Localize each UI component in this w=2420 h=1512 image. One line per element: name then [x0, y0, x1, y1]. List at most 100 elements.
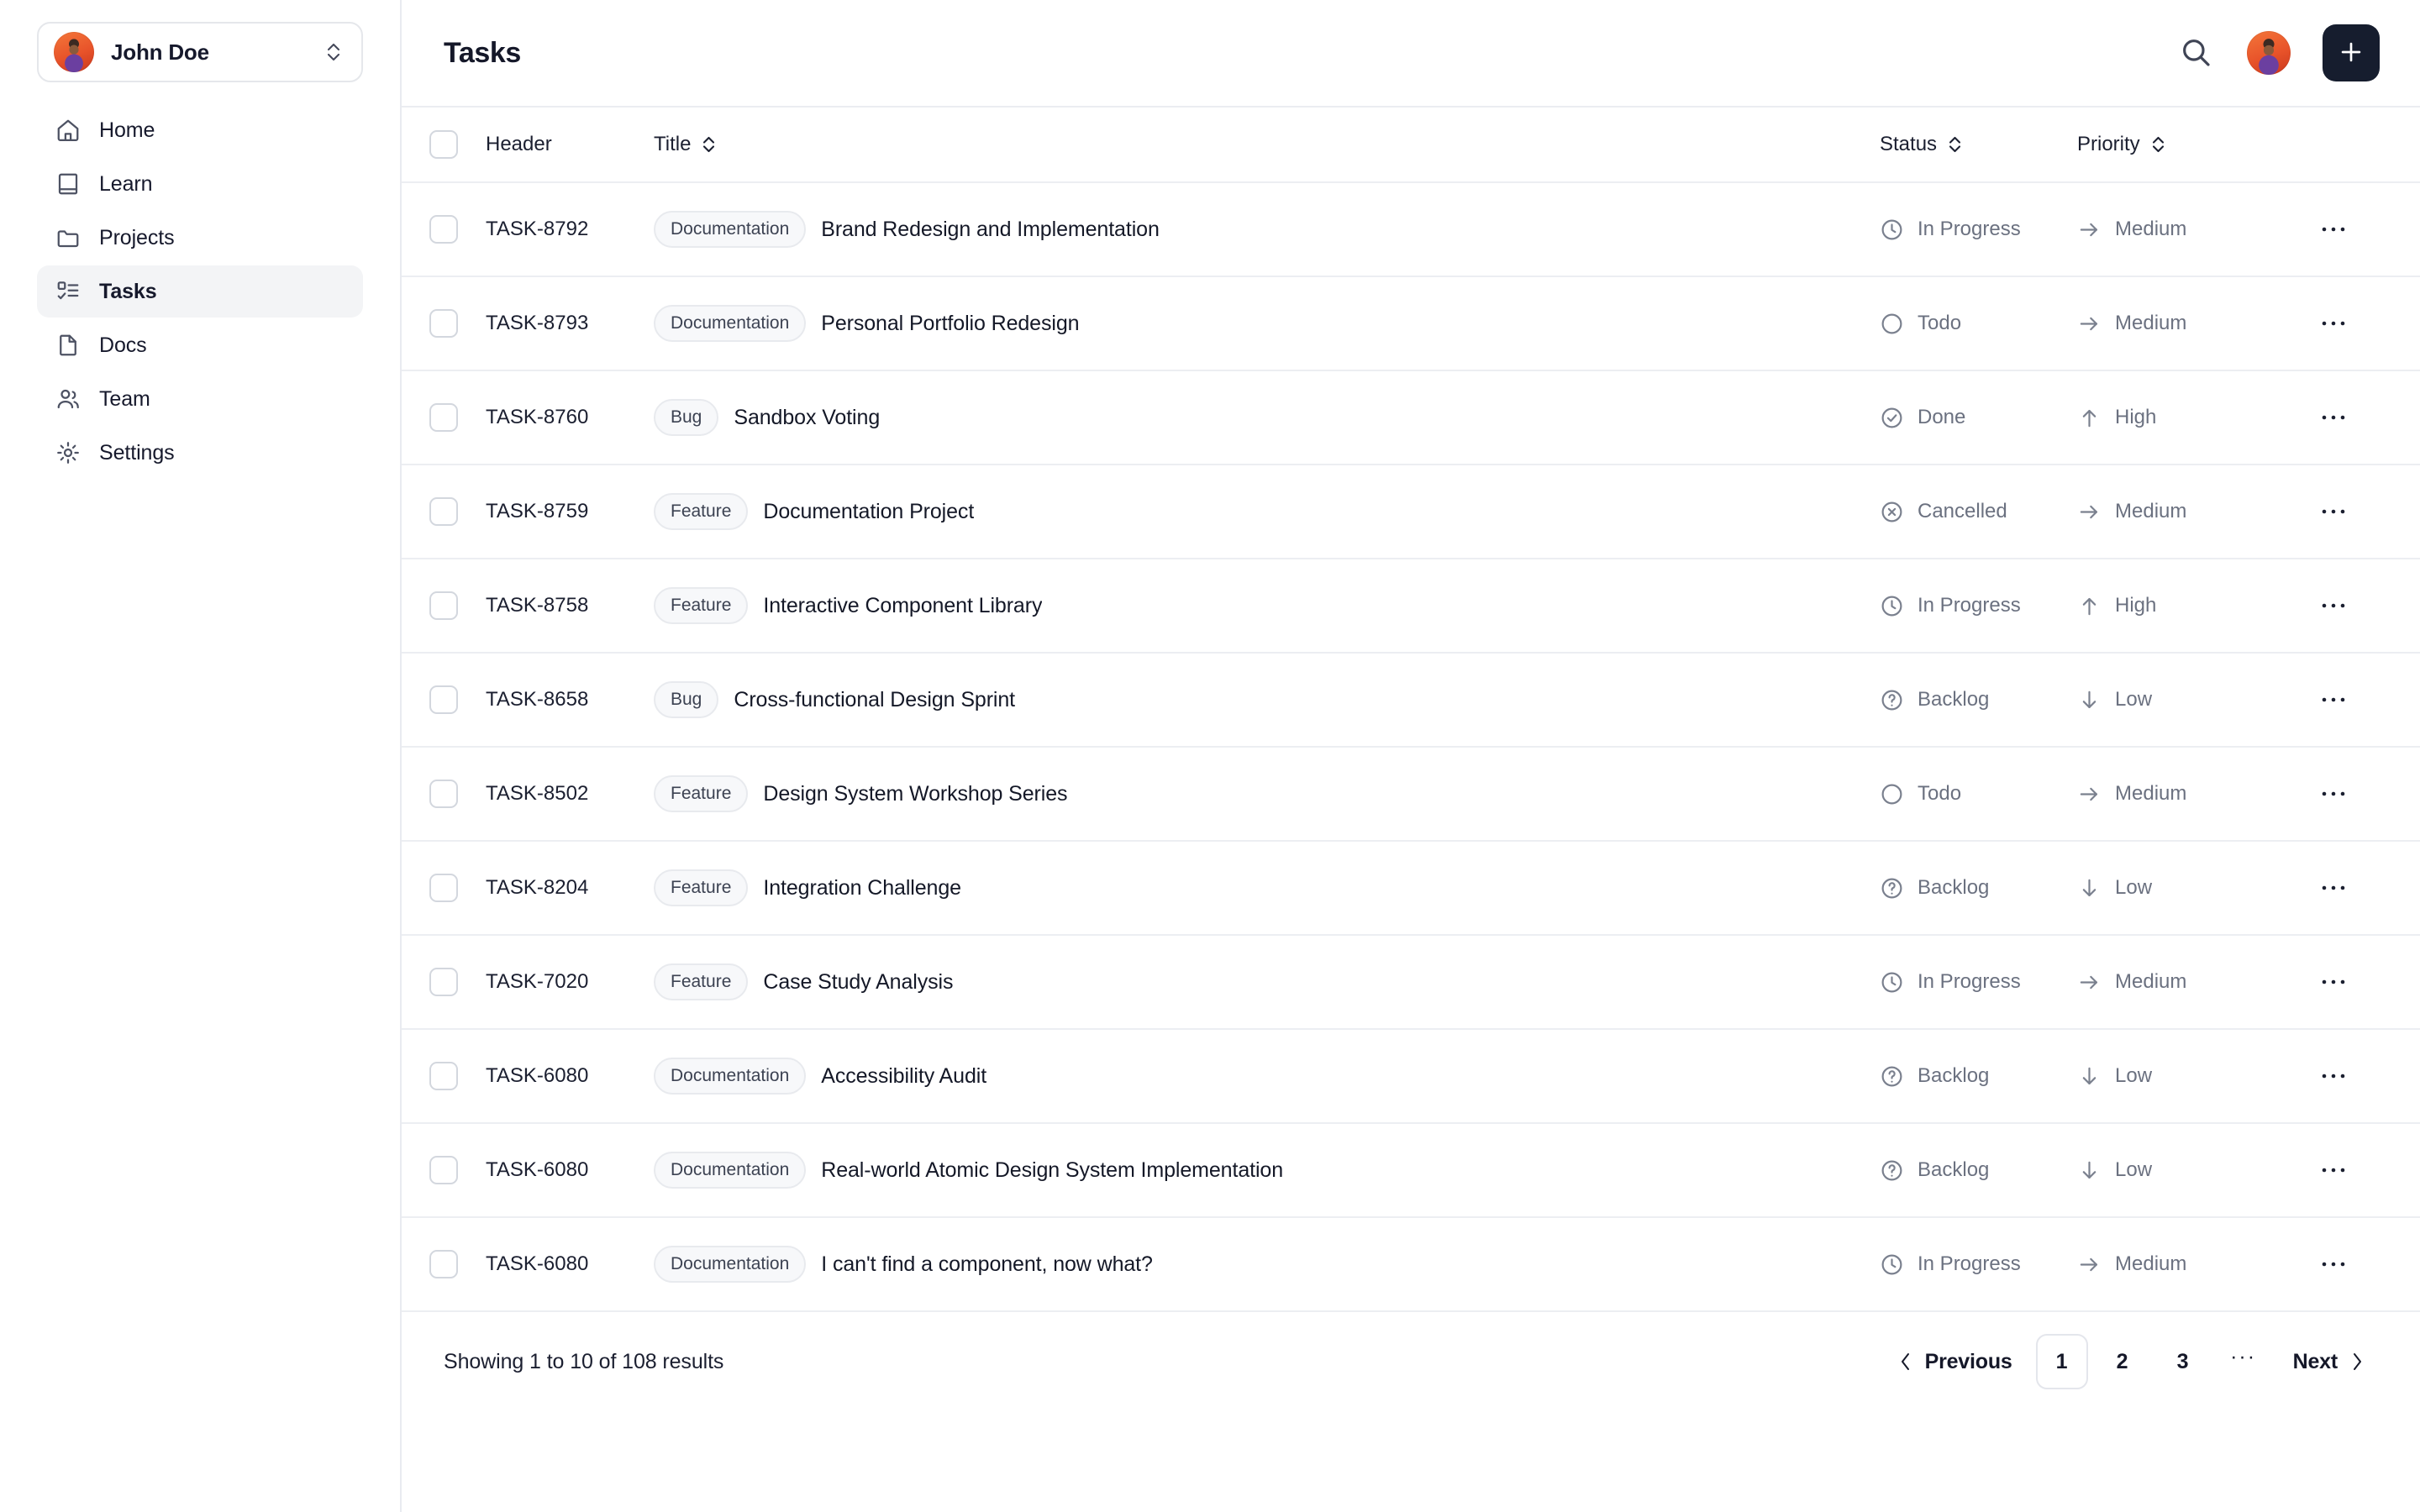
task-type-badge: Feature	[654, 963, 749, 1000]
row-actions-button[interactable]	[2312, 207, 2355, 251]
list-check-icon	[55, 279, 81, 304]
clock-icon	[1880, 970, 1904, 995]
row-checkbox[interactable]	[429, 780, 458, 808]
row-checkbox[interactable]	[429, 591, 458, 620]
row-actions-button[interactable]	[2312, 584, 2355, 627]
arrow-down-icon	[2077, 876, 2102, 900]
sidebar-item-tasks[interactable]: Tasks	[37, 265, 363, 318]
sidebar-item-docs[interactable]: Docs	[37, 319, 363, 371]
add-task-button[interactable]	[2323, 24, 2380, 81]
tasks-table: Header Title Status Priority TASK-8792 D…	[402, 108, 2420, 1512]
cell-priority: Medium	[2077, 218, 2287, 242]
page-button-3[interactable]: 3	[2157, 1334, 2209, 1389]
cell-header: TASK-8792	[486, 218, 589, 240]
table-row[interactable]: TASK-8760 Bug Sandbox Voting Done High	[402, 371, 2420, 465]
table-row[interactable]: TASK-8758 Feature Interactive Component Li…	[402, 559, 2420, 654]
row-actions-button[interactable]	[2312, 1148, 2355, 1192]
cell-header: TASK-8759	[486, 500, 589, 522]
row-actions-button[interactable]	[2312, 1242, 2355, 1286]
priority-label: Medium	[2115, 1252, 2187, 1275]
cell-priority: Low	[2077, 688, 2287, 712]
sidebar-item-team[interactable]: Team	[37, 373, 363, 425]
user-switcher[interactable]: John Doe	[37, 22, 363, 82]
task-title: I can't find a component, now what?	[821, 1252, 1153, 1276]
row-checkbox[interactable]	[429, 685, 458, 714]
column-header-priority[interactable]: Priority	[2077, 133, 2166, 156]
table-row[interactable]: TASK-8204 Feature Integration Challenge Bac…	[402, 842, 2420, 936]
select-all-checkbox[interactable]	[429, 130, 458, 159]
select-all-cell	[402, 130, 486, 159]
page-button-1[interactable]: 1	[2035, 1334, 2088, 1389]
pagination-ellipsis: ···	[2230, 1345, 2257, 1368]
row-actions-button[interactable]	[2312, 396, 2355, 439]
task-title: Cross-functional Design Sprint	[734, 687, 1016, 711]
previous-page-label: Previous	[1924, 1349, 2012, 1373]
row-actions-button[interactable]	[2312, 1054, 2355, 1098]
task-type-badge: Documentation	[654, 305, 807, 342]
task-title: Personal Portfolio Redesign	[821, 311, 1080, 335]
cell-status: In Progress	[1880, 218, 2077, 242]
arrow-up-icon	[2077, 406, 2102, 430]
row-actions-button[interactable]	[2312, 960, 2355, 1004]
chevron-left-icon	[1898, 1351, 1913, 1373]
status-label: In Progress	[1918, 218, 2021, 240]
row-select-cell	[402, 780, 486, 808]
row-actions-button[interactable]	[2312, 678, 2355, 722]
search-button[interactable]	[2176, 34, 2215, 72]
sidebar-item-projects[interactable]: Projects	[37, 212, 363, 264]
sidebar-item-learn[interactable]: Learn	[37, 158, 363, 210]
arrow-right-icon	[2077, 782, 2102, 806]
column-header-title[interactable]: Title	[654, 133, 717, 156]
page-button-2[interactable]: 2	[2096, 1334, 2149, 1389]
cell-actions	[2287, 584, 2380, 627]
task-title: Documentation Project	[763, 499, 975, 523]
status-label: Backlog	[1918, 688, 1990, 711]
arrow-right-icon	[2077, 1252, 2102, 1277]
table-row[interactable]: TASK-6080 Documentation I can't find a com…	[402, 1218, 2420, 1312]
cell-status: In Progress	[1880, 970, 2077, 995]
table-row[interactable]: TASK-8759 Feature Documentation Project Can…	[402, 465, 2420, 559]
cell-priority: Low	[2077, 876, 2287, 900]
cell-header: TASK-6080	[486, 1158, 589, 1181]
chevron-up-down-icon	[324, 39, 343, 65]
table-row[interactable]: TASK-6080 Documentation Accessibility Audi…	[402, 1030, 2420, 1124]
previous-page-button[interactable]: Previous	[1883, 1336, 2028, 1388]
row-checkbox[interactable]	[429, 968, 458, 996]
table-row[interactable]: TASK-8792 Documentation Brand Redesign and…	[402, 183, 2420, 277]
row-checkbox[interactable]	[429, 497, 458, 526]
row-checkbox[interactable]	[429, 403, 458, 432]
task-title: Brand Redesign and Implementation	[821, 217, 1160, 241]
table-row[interactable]: TASK-8793 Documentation Personal Portfolio…	[402, 277, 2420, 371]
priority-label: High	[2115, 406, 2157, 428]
ellipsis-icon	[2321, 225, 2346, 234]
row-checkbox[interactable]	[429, 1062, 458, 1090]
row-actions-button[interactable]	[2312, 866, 2355, 910]
table-row[interactable]: TASK-7020 Feature Case Study Analysis In Pr…	[402, 936, 2420, 1030]
table-row[interactable]: TASK-6080 Documentation Real-world Atomic …	[402, 1124, 2420, 1218]
avatar[interactable]	[2247, 31, 2291, 75]
row-actions-button[interactable]	[2312, 772, 2355, 816]
next-page-button[interactable]: Next	[2278, 1336, 2380, 1388]
sidebar-item-home[interactable]: Home	[37, 104, 363, 156]
table-footer: Showing 1 to 10 of 108 results Previous …	[402, 1312, 2420, 1411]
row-actions-button[interactable]	[2312, 490, 2355, 533]
arrow-down-icon	[2077, 1158, 2102, 1183]
cell-status: In Progress	[1880, 594, 2077, 618]
sidebar-item-settings[interactable]: Settings	[37, 427, 363, 479]
cell-priority: Medium	[2077, 782, 2287, 806]
row-actions-button[interactable]	[2312, 302, 2355, 345]
cell-status: Todo	[1880, 782, 2077, 806]
table-row[interactable]: TASK-8502 Feature Design System Workshop S…	[402, 748, 2420, 842]
user-name: John Doe	[111, 39, 209, 65]
priority-label: Medium	[2115, 970, 2187, 993]
row-checkbox[interactable]	[429, 874, 458, 902]
row-checkbox[interactable]	[429, 215, 458, 244]
table-row[interactable]: TASK-8658 Bug Cross-functional Design Spri…	[402, 654, 2420, 748]
row-checkbox[interactable]	[429, 309, 458, 338]
status-label: In Progress	[1918, 594, 2021, 617]
sidebar-nav: Home Learn Projects Tasks Docs Team Sett…	[37, 104, 363, 479]
ellipsis-icon	[2321, 978, 2346, 986]
column-header-status[interactable]: Status	[1880, 133, 1963, 156]
row-checkbox[interactable]	[429, 1156, 458, 1184]
row-checkbox[interactable]	[429, 1250, 458, 1278]
